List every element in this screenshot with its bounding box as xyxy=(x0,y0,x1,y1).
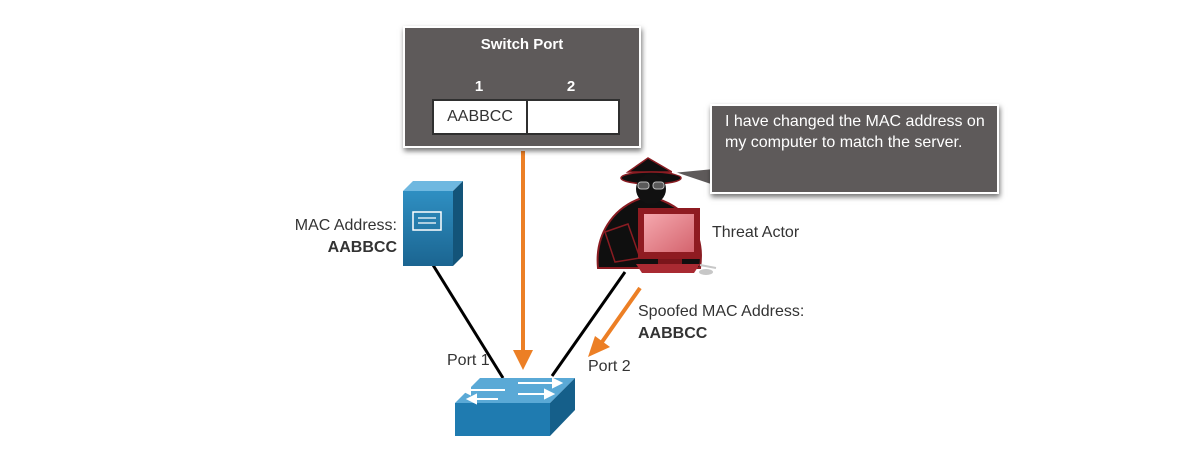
server-mac-value: AABBCC xyxy=(327,239,397,256)
speech-bubble-tail xyxy=(672,167,714,187)
port-2-mac-cell xyxy=(526,99,620,135)
server-mac-label-block: MAC Address: AABBCC xyxy=(295,215,397,259)
port-1-mac-cell: AABBCC xyxy=(432,99,528,135)
threat-actor-label: Threat Actor xyxy=(712,224,800,241)
spoofed-mac-label-block: Spoofed MAC Address: AABBCC xyxy=(638,301,804,345)
mac-spoofing-diagram: Switch Port 1 2 AABBCC I have changed th… xyxy=(0,0,1181,458)
port-2-label: Port 2 xyxy=(588,358,631,375)
switch-port-table-title: Switch Port xyxy=(480,36,564,53)
server-mac-label: MAC Address: xyxy=(294,217,397,234)
port-1-label: Port 1 xyxy=(447,352,490,369)
switch-update-arrow xyxy=(513,151,533,370)
switch-port-table: Switch Port 1 2 AABBCC xyxy=(403,26,641,148)
port-header-2: 2 xyxy=(566,78,576,95)
speech-text: I have changed the MAC address on my com… xyxy=(725,113,985,151)
network-switch xyxy=(455,377,575,436)
threat-actor-speech-bubble: I have changed the MAC address on my com… xyxy=(710,104,999,194)
spoof-arrow xyxy=(588,286,642,357)
spoofed-mac-value: AABBCC xyxy=(638,325,708,342)
server-icon xyxy=(403,181,463,266)
port-header-1: 1 xyxy=(474,78,484,95)
spoofed-mac-label: Spoofed MAC Address: xyxy=(638,303,805,320)
